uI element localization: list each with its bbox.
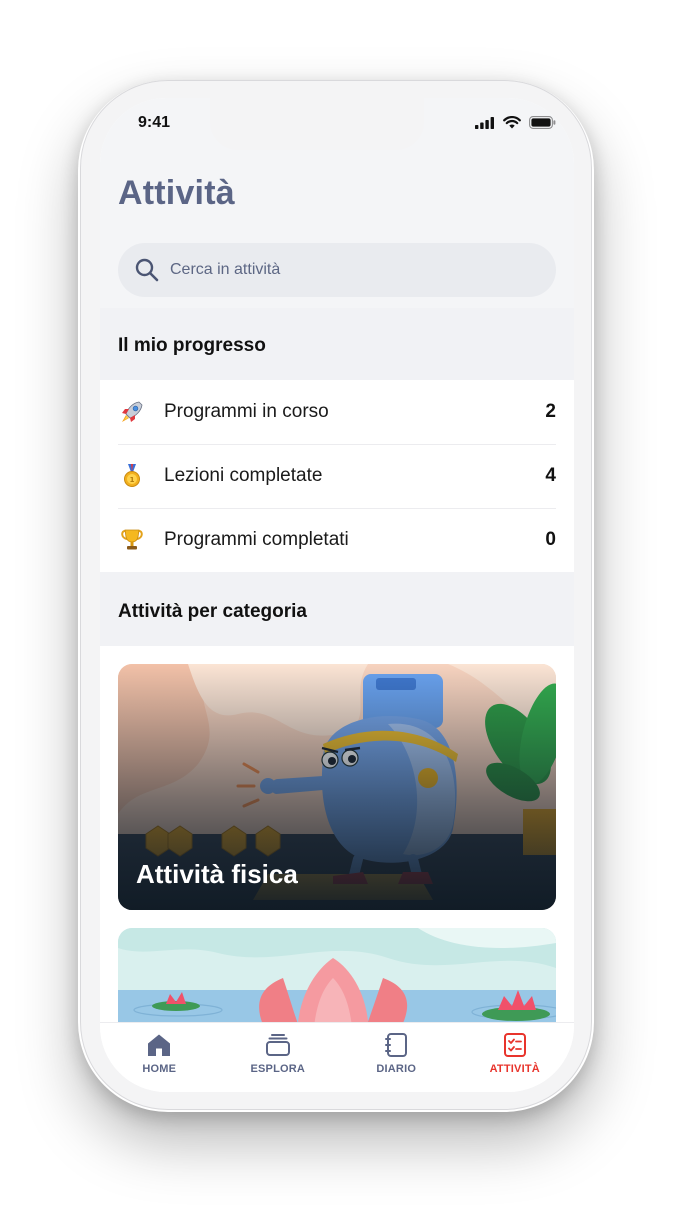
wifi-icon: [503, 116, 521, 129]
medal-icon: 1: [118, 462, 146, 490]
battery-icon: [529, 116, 556, 129]
home-icon: [148, 1034, 171, 1056]
status-time: 9:41: [138, 114, 171, 131]
device-notch: [210, 98, 424, 150]
status-icons: [475, 116, 556, 129]
notebook-icon: [385, 1033, 408, 1057]
tab-label: HOME: [142, 1063, 177, 1075]
progress-row-programs-done[interactable]: Programmi completati 0: [100, 508, 574, 572]
progress-row-lessons[interactable]: 1 Lezioni completate 4: [100, 444, 574, 508]
search-placeholder: Cerca in attività: [170, 261, 281, 278]
app-screen: 9:41 Attività Cerca in attività Il mio p…: [100, 98, 574, 1092]
page-title: Attività: [118, 174, 235, 212]
category-card-title: Attività fisica: [136, 859, 298, 889]
category-card-physical[interactable]: Attività fisica: [118, 664, 556, 910]
progress-label: Programmi in corso: [164, 401, 329, 422]
tab-label: ESPLORA: [250, 1063, 306, 1075]
checklist-icon: [503, 1033, 526, 1057]
svg-text:1: 1: [130, 476, 135, 484]
progress-list: Programmi in corso 2 1 Lezioni completat…: [100, 380, 574, 572]
progress-row-in-progress[interactable]: Programmi in corso 2: [100, 380, 574, 444]
signal-icon: [475, 116, 494, 129]
progress-label: Programmi completati: [164, 529, 349, 550]
bottom-tab-bar: HOME ESPLORA DIARIO ATTIVITÀ: [100, 1022, 574, 1092]
stack-icon: [265, 1034, 290, 1056]
tab-esplora[interactable]: ESPLORA: [219, 1023, 338, 1092]
search-icon: [135, 258, 159, 282]
search-bar[interactable]: Cerca in attività: [118, 243, 556, 297]
tab-home[interactable]: HOME: [100, 1023, 219, 1092]
category-section-header: Attività per categoria: [100, 572, 574, 646]
progress-section-title: Il mio progresso: [118, 335, 266, 356]
trophy-icon: [118, 526, 146, 554]
tab-label: ATTIVITÀ: [489, 1063, 540, 1075]
progress-count: 2: [545, 401, 556, 422]
progress-count: 4: [545, 465, 556, 486]
category-section-title: Attività per categoria: [118, 601, 307, 622]
tab-attivita[interactable]: ATTIVITÀ: [456, 1023, 575, 1092]
progress-label: Lezioni completate: [164, 465, 323, 486]
tab-label: DIARIO: [376, 1063, 417, 1075]
tab-diario[interactable]: DIARIO: [337, 1023, 456, 1092]
progress-count: 0: [545, 529, 556, 550]
progress-section-header: Il mio progresso: [100, 308, 574, 380]
rocket-icon: [118, 398, 146, 426]
status-bar: 9:41: [100, 98, 574, 158]
